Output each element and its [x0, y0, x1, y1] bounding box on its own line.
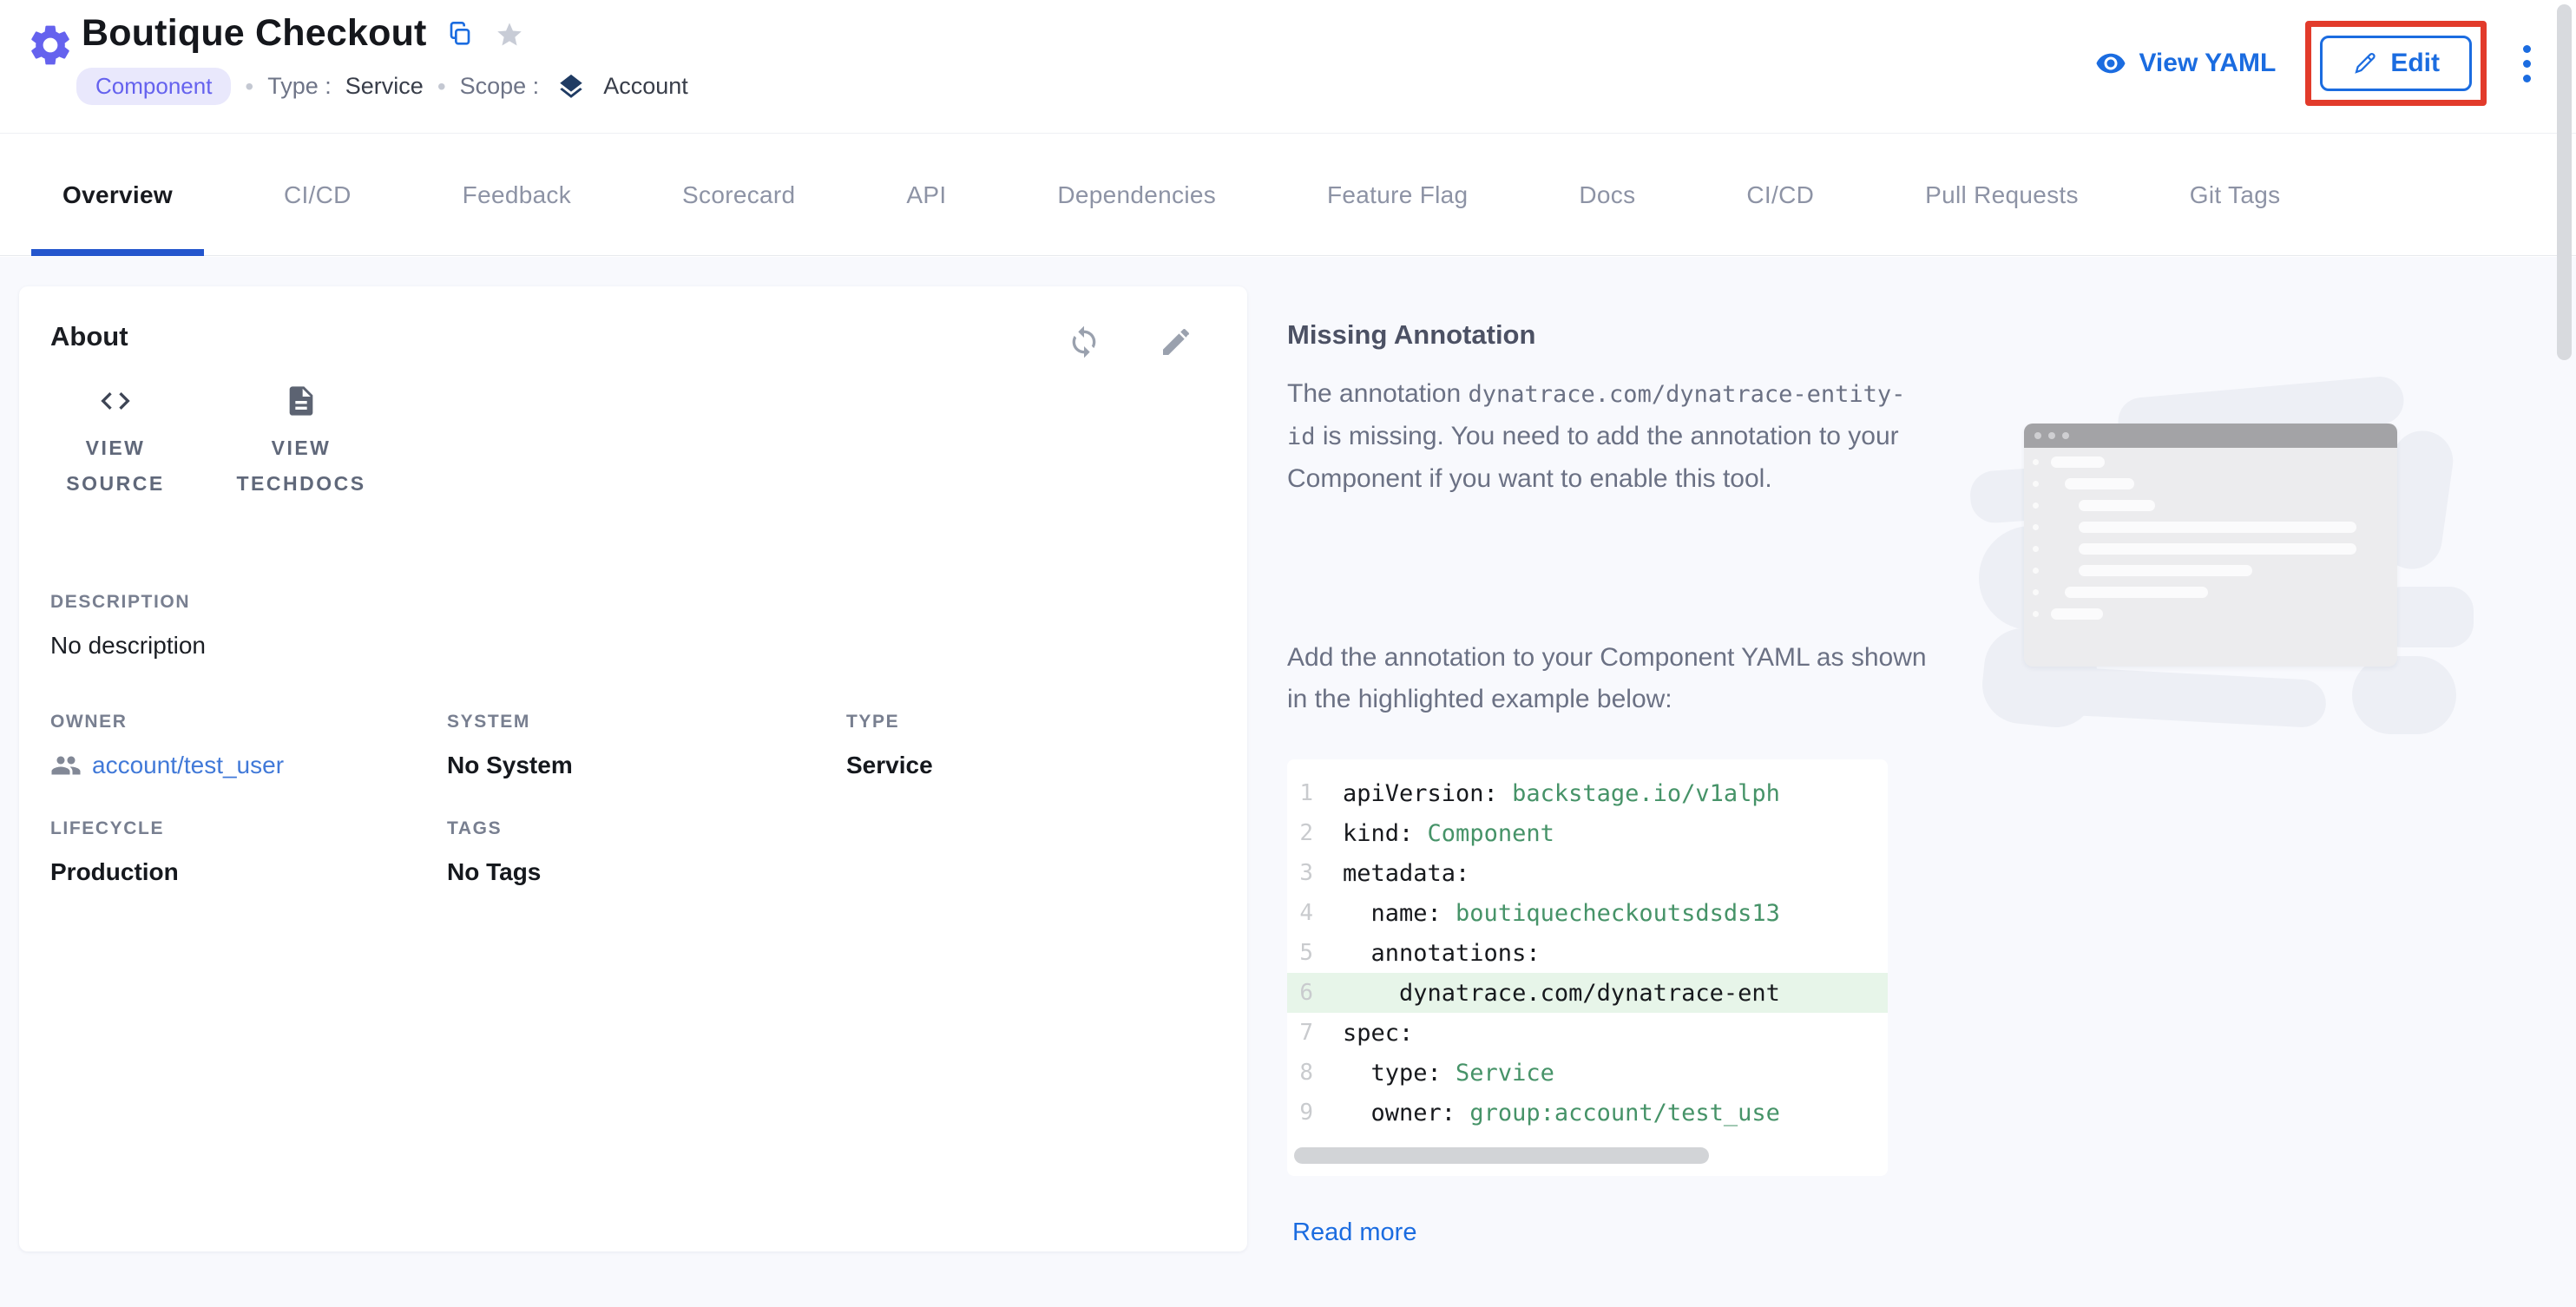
content-area: About VIEW SOURCE VIEW TECHDOCS — [0, 257, 2576, 1307]
illustration-line — [2024, 542, 2397, 556]
code-horizontal-scrollbar[interactable] — [1294, 1147, 1709, 1164]
more-options-menu[interactable] — [2516, 38, 2538, 89]
tab[interactable]: Docs — [1579, 135, 1635, 255]
scope-label: Scope : — [460, 73, 540, 100]
lifecycle-value: Production — [50, 858, 179, 886]
separator-dot: • — [245, 73, 253, 101]
line-number: 8 — [1287, 1060, 1343, 1086]
description-label: DESCRIPTION — [50, 592, 206, 613]
illustration-line — [2024, 563, 2397, 578]
people-icon — [50, 750, 82, 781]
illustration-line — [2024, 455, 2397, 470]
view-source-button[interactable]: VIEW SOURCE — [50, 384, 181, 502]
yaml-code-block: 1apiVersion: backstage.io/v1alph 2kind: … — [1287, 759, 1888, 1176]
code-brackets-icon — [98, 384, 133, 418]
missing-annotation-title: Missing Annotation — [1287, 319, 1535, 351]
owner-link[interactable]: account/test_user — [50, 750, 284, 781]
tab[interactable]: Scorecard — [682, 135, 795, 255]
line-number: 4 — [1287, 900, 1343, 926]
component-gear-icon — [26, 21, 75, 69]
separator-dot: • — [437, 73, 446, 101]
page-vertical-scrollbar[interactable] — [2557, 4, 2572, 360]
entity-kind-badge: Component — [76, 68, 231, 105]
code-line: 4 name: boutiquecheckoutsdsds13 — [1287, 893, 1888, 933]
line-number: 1 — [1287, 780, 1343, 806]
view-yaml-label: View YAML — [2139, 49, 2276, 78]
document-icon — [284, 384, 319, 418]
code-line: 1apiVersion: backstage.io/v1alph — [1287, 773, 1888, 813]
line-number: 9 — [1287, 1100, 1343, 1126]
tab[interactable]: CI/CD — [284, 135, 352, 255]
about-card-title: About — [50, 321, 128, 352]
line-number: 7 — [1287, 1020, 1343, 1046]
tab[interactable]: Pull Requests — [1925, 135, 2079, 255]
illustration-line — [2024, 585, 2397, 600]
tags-value: No Tags — [447, 858, 541, 886]
type-label: Type : — [267, 73, 332, 100]
illustration-titlebar — [2024, 424, 2397, 448]
read-more-link[interactable]: Read more — [1292, 1218, 1416, 1247]
edit-highlight-box: Edit — [2305, 21, 2487, 106]
scope-value: Account — [603, 73, 688, 100]
code-line: 8 type: Service — [1287, 1053, 1888, 1093]
tab[interactable]: CI/CD — [1746, 135, 1814, 255]
eye-icon — [2095, 48, 2126, 79]
code-line: 5 annotations: — [1287, 933, 1888, 973]
line-number: 2 — [1287, 820, 1343, 846]
view-techdocs-label: VIEW TECHDOCS — [219, 430, 384, 502]
code-line: 9 owner: group:account/test_use — [1287, 1093, 1888, 1133]
lifecycle-label: LIFECYCLE — [50, 818, 179, 839]
code-line: 3metadata: — [1287, 853, 1888, 893]
code-line: 6 dynatrace.com/dynatrace-ent — [1287, 973, 1888, 1013]
view-source-label: VIEW SOURCE — [50, 430, 181, 502]
line-number: 3 — [1287, 860, 1343, 886]
type-field-label: TYPE — [846, 712, 933, 732]
entity-meta-row: Component • Type : Service • Scope : Acc… — [76, 68, 688, 105]
code-line: 7spec: — [1287, 1013, 1888, 1053]
tab[interactable]: Overview — [62, 135, 173, 255]
tags-label: TAGS — [447, 818, 541, 839]
owner-value-link[interactable]: account/test_user — [92, 752, 284, 779]
edit-about-pencil-icon[interactable] — [1159, 325, 1193, 359]
code-line: 2kind: Component — [1287, 813, 1888, 853]
copy-icon[interactable] — [446, 20, 474, 48]
favorite-star-icon[interactable] — [493, 17, 526, 50]
about-card: About VIEW SOURCE VIEW TECHDOCS — [19, 286, 1247, 1251]
owner-label: OWNER — [50, 712, 284, 732]
code-window-illustration — [1970, 370, 2517, 734]
system-value: No System — [447, 752, 573, 779]
page-title: Boutique Checkout — [82, 12, 427, 55]
refresh-icon[interactable] — [1067, 325, 1101, 359]
illustration-line — [2024, 498, 2397, 513]
description-value: No description — [50, 632, 206, 660]
tab[interactable]: Dependencies — [1057, 135, 1216, 255]
tab[interactable]: API — [906, 135, 946, 255]
edit-button[interactable]: Edit — [2320, 36, 2472, 91]
page-header: Boutique Checkout Component • Type : Ser… — [0, 0, 2576, 134]
edit-button-label: Edit — [2390, 49, 2440, 78]
illustration-line — [2024, 476, 2397, 491]
missing-annotation-body: The annotation dynatrace.com/dynatrace-e… — [1287, 373, 1929, 500]
illustration-line — [2024, 607, 2397, 621]
tab[interactable]: Git Tags — [2190, 135, 2281, 255]
line-number: 5 — [1287, 940, 1343, 966]
tab[interactable]: Feature Flag — [1327, 135, 1468, 255]
type-value: Service — [345, 73, 424, 100]
view-yaml-button[interactable]: View YAML — [2095, 48, 2276, 79]
entity-tab-bar: Overview CI/CD Feedback Scorecard API De… — [0, 135, 2576, 256]
type-field-value: Service — [846, 752, 933, 779]
missing-annotation-panel: Missing Annotation The annotation dynatr… — [1287, 257, 2528, 1307]
illustration-line — [2024, 520, 2397, 535]
pencil-icon — [2352, 50, 2378, 76]
tab[interactable]: Feedback — [463, 135, 571, 255]
system-label: SYSTEM — [447, 712, 573, 732]
view-techdocs-button[interactable]: VIEW TECHDOCS — [219, 384, 384, 502]
annotation-instruction: Add the annotation to your Component YAM… — [1287, 637, 1929, 720]
line-number: 6 — [1287, 980, 1343, 1006]
scope-layers-icon — [556, 72, 586, 102]
illustration-window — [2024, 424, 2397, 667]
